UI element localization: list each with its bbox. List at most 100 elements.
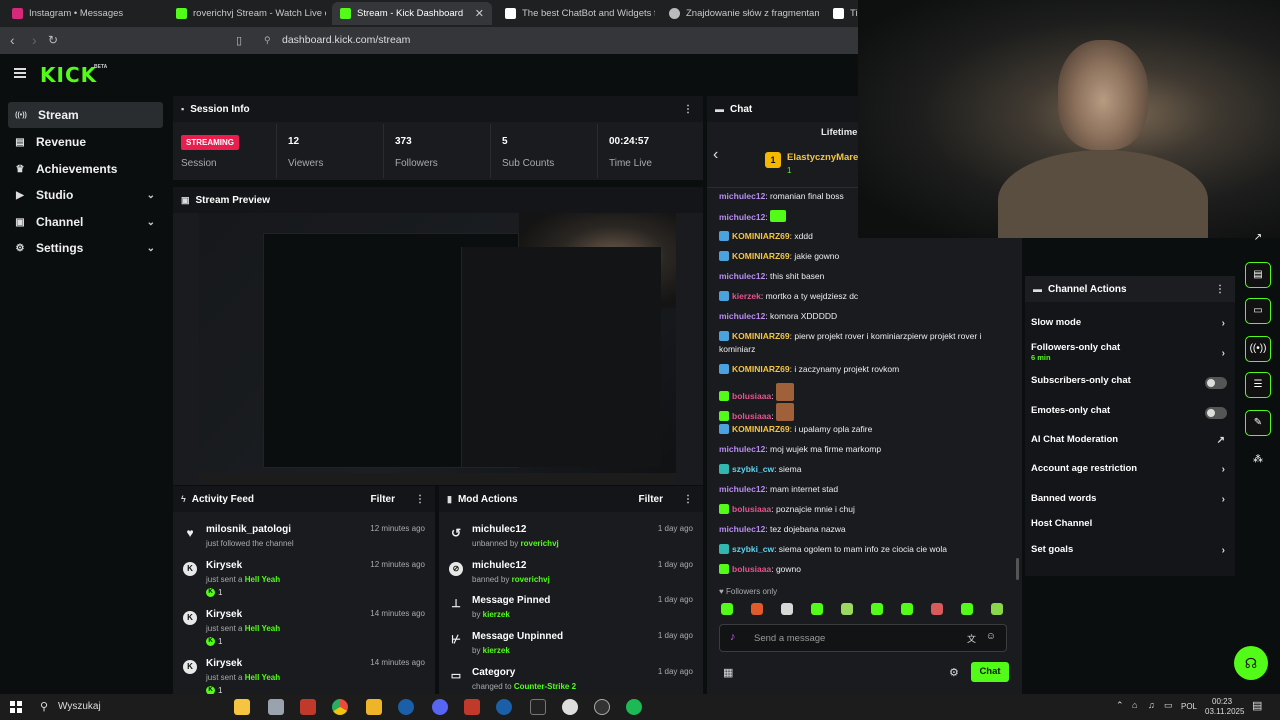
browser-tab[interactable]: Instagram • Messages: [4, 2, 162, 25]
chevron-down-icon[interactable]: ⌄: [147, 190, 155, 201]
clock-time[interactable]: 00:23: [1212, 697, 1232, 706]
bookmark-icon[interactable]: ▯: [236, 34, 242, 47]
chevron-down-icon[interactable]: ⌄: [147, 217, 155, 228]
obs-icon[interactable]: [594, 699, 610, 715]
channel-action-followers-only-chat[interactable]: Followers-only chat 6 min ›: [1031, 342, 1231, 362]
chat-username[interactable]: michulec12: [719, 524, 765, 534]
sidebar-arrow-button[interactable]: ↗: [1245, 226, 1271, 252]
folder-icon[interactable]: [366, 699, 382, 715]
chevron-right-icon[interactable]: ›: [1222, 494, 1225, 505]
channel-action-set-goals[interactable]: Set goals ›: [1031, 544, 1231, 564]
site-info-icon[interactable]: ⚲: [264, 31, 271, 50]
chat-username[interactable]: szybki_cw: [732, 464, 774, 474]
reload-icon[interactable]: ↻: [48, 33, 58, 47]
emote-icon[interactable]: [931, 603, 943, 615]
chevron-down-icon[interactable]: ⌄: [147, 243, 155, 254]
translate-icon[interactable]: 文: [967, 632, 976, 645]
chevron-right-icon[interactable]: ›: [1222, 464, 1225, 475]
chat-username[interactable]: kierzek: [732, 291, 761, 301]
filter-button[interactable]: Filter: [639, 494, 663, 505]
close-tab-icon[interactable]: ✕: [475, 7, 484, 20]
app-icon[interactable]: [464, 699, 480, 715]
more-options-icon[interactable]: ⋮: [683, 494, 693, 505]
chevron-right-icon[interactable]: ›: [1222, 545, 1225, 556]
back-icon[interactable]: ‹: [10, 32, 15, 48]
sidebar-item-revenue[interactable]: ▤ Revenue: [8, 129, 163, 155]
sidebar-item-achievements[interactable]: ♛ Achievements: [8, 156, 163, 182]
top-gifter-name[interactable]: ElastycznyMare: [787, 152, 858, 163]
chat-username[interactable]: michulec12: [719, 311, 765, 321]
chat-scrollbar[interactable]: [1016, 558, 1019, 580]
sidebar-item-settings[interactable]: ⚙ Settings ⌄: [8, 235, 163, 261]
chat-username[interactable]: michulec12: [719, 484, 765, 494]
chat-username[interactable]: bolusiaaa: [732, 391, 771, 401]
chat-username[interactable]: bolusiaaa: [732, 411, 771, 421]
windows-start-icon[interactable]: [10, 701, 22, 713]
kick-logo[interactable]: KICK: [40, 63, 97, 87]
emote-icon[interactable]: [961, 603, 973, 615]
stream-preview-video[interactable]: [199, 213, 676, 483]
steam-icon[interactable]: [496, 699, 512, 715]
notification-icon[interactable]: ▤: [1252, 699, 1262, 712]
taskbar-search[interactable]: Wyszukaj: [58, 701, 101, 712]
chat-username[interactable]: bolusiaaa: [732, 564, 771, 574]
browser-tab[interactable]: Znajdowanie słów z fragmentami: [661, 2, 819, 25]
filter-button[interactable]: Filter: [371, 494, 395, 505]
browser-tab-active[interactable]: Stream - Kick Dashboard ✕: [332, 2, 492, 25]
language-indicator[interactable]: POL: [1181, 702, 1197, 711]
chat-username[interactable]: michulec12: [719, 444, 765, 454]
activity-user[interactable]: milosnik_patologi: [206, 524, 291, 535]
emote-icon[interactable]: [751, 603, 763, 615]
share-button[interactable]: ⁂: [1245, 448, 1271, 474]
chat-input[interactable]: ♪ Send a message 文 ☺: [719, 624, 1007, 652]
channel-action-banned-words[interactable]: Banned words ›: [1031, 493, 1231, 513]
emote-icon[interactable]: [841, 603, 853, 615]
activity-user[interactable]: Kirysek: [206, 560, 242, 571]
support-button[interactable]: ☊: [1234, 646, 1268, 680]
leaderboard-tab-lifetime[interactable]: Lifetime: [821, 127, 857, 138]
chat-username[interactable]: KOMINIARZ69: [732, 331, 790, 341]
toggle-switch[interactable]: [1205, 407, 1227, 419]
toggle-switch[interactable]: [1205, 377, 1227, 389]
wrench-button[interactable]: ✎: [1245, 410, 1271, 436]
browser-tab[interactable]: The best ChatBot and Widgets for Kic: [497, 2, 655, 25]
activity-user[interactable]: Kirysek: [206, 658, 242, 669]
channel-action-ai-chat-moderation[interactable]: AI Chat Moderation ↗: [1031, 434, 1231, 454]
chevron-right-icon[interactable]: ›: [1222, 318, 1225, 329]
channel-action-slow-mode[interactable]: Slow mode ›: [1031, 317, 1231, 337]
channel-action-account-age-restriction[interactable]: Account age restriction ›: [1031, 463, 1231, 483]
battery-icon[interactable]: ▭: [1164, 700, 1173, 711]
send-chat-button[interactable]: Chat: [971, 662, 1009, 682]
taskbar-search-icon[interactable]: ⚲: [40, 700, 48, 713]
chat-username[interactable]: KOMINIARZ69: [732, 424, 790, 434]
sidebar-item-studio[interactable]: ▶ Studio ⌄: [8, 182, 163, 208]
chat-username[interactable]: michulec12: [719, 212, 765, 222]
chat-username[interactable]: KOMINIARZ69: [732, 364, 790, 374]
emote-icon[interactable]: [901, 603, 913, 615]
clock-date[interactable]: 03.11.2025: [1205, 707, 1244, 716]
chat-username[interactable]: szybki_cw: [732, 544, 774, 554]
more-options-icon[interactable]: ⋮: [1215, 284, 1225, 295]
more-options-icon[interactable]: ⋮: [683, 104, 693, 115]
app-icon[interactable]: [562, 699, 578, 715]
emote-icon[interactable]: [871, 603, 883, 615]
app-icon[interactable]: [300, 699, 316, 715]
broadcast-button[interactable]: ((•)): [1245, 336, 1271, 362]
network-icon[interactable]: ⌂: [1132, 700, 1137, 710]
channel-action-host-channel[interactable]: Host Channel: [1031, 518, 1231, 538]
url-field[interactable]: ⚲ dashboard.kick.com/stream: [256, 31, 876, 50]
more-options-icon[interactable]: ⋮: [415, 494, 425, 505]
chat-username[interactable]: bolusiaaa: [732, 504, 771, 514]
file-explorer-icon[interactable]: [268, 699, 284, 715]
sidebar-item-channel[interactable]: ▣ Channel ⌄: [8, 209, 163, 235]
emote-icon[interactable]: [781, 603, 793, 615]
chat-bubble-button[interactable]: ▭: [1245, 298, 1271, 324]
chat-username[interactable]: michulec12: [719, 271, 765, 281]
discord-icon[interactable]: [432, 699, 448, 715]
chat-username[interactable]: KOMINIARZ69: [732, 231, 790, 241]
document-button[interactable]: ▤: [1245, 262, 1271, 288]
chat-username[interactable]: KOMINIARZ69: [732, 251, 790, 261]
browser-tab[interactable]: roverichvj Stream - Watch Live on Kic: [168, 2, 326, 25]
emote-icon[interactable]: [811, 603, 823, 615]
epic-games-icon[interactable]: [530, 699, 546, 715]
